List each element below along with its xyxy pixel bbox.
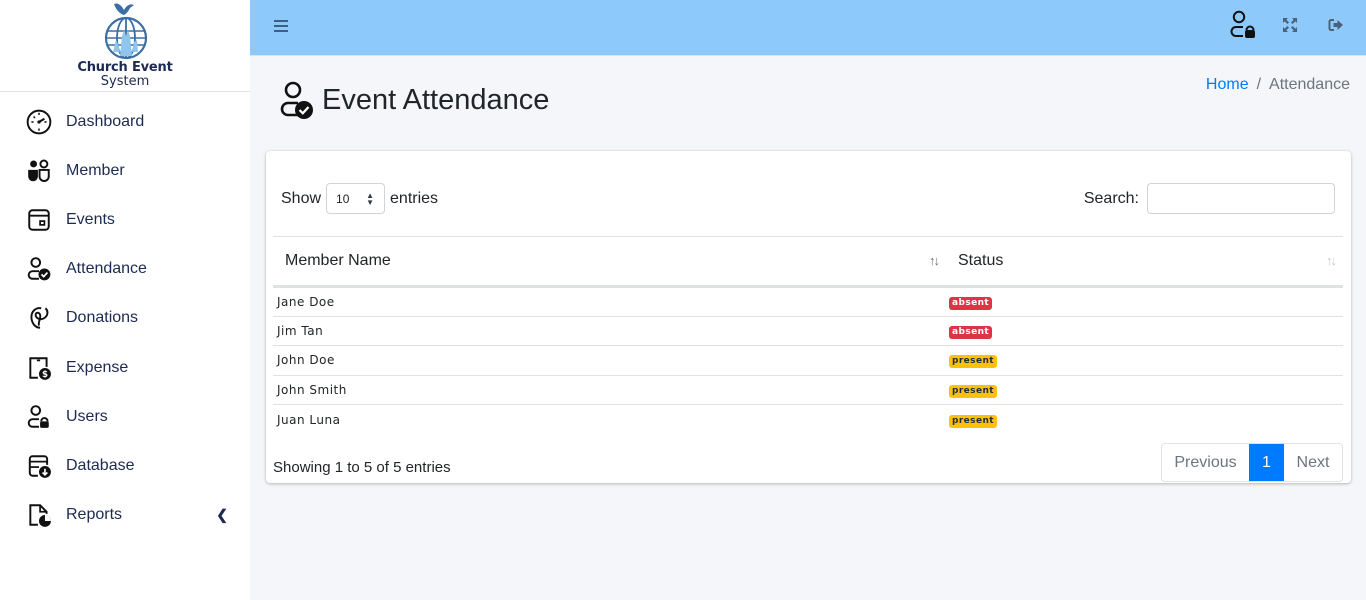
search-input[interactable] [1147,183,1335,214]
breadcrumb-current: Attendance [1269,76,1350,93]
sidebar-item-database[interactable]: Database [0,441,250,490]
sidebar-item-label: Attendance [66,260,147,278]
sort-icon: ↑↓ [929,253,940,268]
entries-label: entries [390,189,439,207]
sidebar-item-label: Expense [66,358,129,376]
top-navbar [250,0,1366,56]
database-down-icon [25,452,53,480]
status-cell: absent [946,287,1343,317]
table-row: Jane Doe absent [273,287,1343,317]
column-header-member-name[interactable]: Member Name ↑↓ [273,236,946,288]
status-badge: absent [949,325,993,339]
sidebar-item-dashboard[interactable]: Dashboard [0,97,250,146]
pagination: Previous 1 Next [1161,443,1343,482]
person-check-icon [25,255,53,283]
search-label: Search: [1083,189,1139,207]
sidebar-item-label: Database [66,456,135,474]
menu-icon-bar [274,30,288,32]
member-name-cell: John Smith [273,374,946,405]
hand-heart-icon [25,304,53,332]
person-lock-icon [25,403,53,431]
member-name-cell: John Doe [273,345,946,376]
member-name-cell: Jane Doe [277,294,335,309]
chevron-left-icon: ❮ [216,506,228,523]
breadcrumb-home-link[interactable]: Home [1206,76,1249,94]
page-title-wrap: Event Attendance [278,80,549,120]
sidebar-nav: Dashboard Member Events Attendance Donat… [0,92,250,540]
previous-page-button[interactable]: Previous [1162,444,1249,481]
people-icon [25,157,53,185]
breadcrumb-separator: / [1256,76,1262,93]
table-row: Jim Tan absent [273,315,1343,346]
brand-subtitle: System [100,74,150,89]
file-chart-icon [25,501,53,529]
table-header-row: Member Name ↑↓ Status ↑↓ [273,236,1343,288]
sidebar-item-expense[interactable]: $ Expense [0,343,250,392]
search-control: Search: [1084,183,1335,214]
attendance-card: Show 10 ▲ ▼ entries Search: Member Name ↑… [266,151,1351,483]
next-page-button[interactable]: Next [1284,444,1342,481]
sidebar-item-events[interactable]: Events [0,195,250,244]
sidebar-item-member[interactable]: Member [0,146,250,195]
column-header-label: Member Name [285,252,391,269]
church-logo-icon [104,3,148,60]
status-cell: present [946,345,1343,376]
receipt-dollar-icon: $ [25,354,53,382]
status-badge: present [949,385,997,399]
speedometer-icon [25,108,53,136]
fullscreen-button[interactable] [1282,17,1298,33]
show-label: Show [281,189,322,207]
breadcrumb: Home / Attendance [1206,76,1350,94]
status-cell: absent [946,315,1343,346]
sidebar-item-label: Events [66,210,115,228]
sidebar-item-label: Donations [66,309,139,327]
select-arrows-icon: ▲ ▼ [366,191,375,207]
sidebar-item-label: Reports [66,506,123,524]
sidebar-item-label: Member [66,161,125,179]
status-cell: present [946,374,1343,405]
status-badge: present [949,355,997,369]
table-row: John Smith present [273,374,1343,405]
page-length-value: 10 [336,191,350,206]
member-name-cell: Jim Tan [273,315,946,346]
table-row: John Doe present [273,345,1343,376]
status-badge: present [949,414,997,428]
content-header: Event Attendance Home / Attendance [250,56,1366,146]
status-cell: present [946,404,1343,435]
column-header-status[interactable]: Status ↑↓ [946,236,1343,288]
menu-toggle-button[interactable] [274,20,288,34]
sidebar-item-label: Dashboard [66,112,145,130]
sidebar-item-users[interactable]: Users [0,392,250,441]
sidebar-item-reports[interactable]: Reports ❮ [0,491,250,540]
table-info: Showing 1 to 5 of 5 entries [273,459,451,476]
column-header-label: Status [958,252,1004,269]
member-name-cell: Juan Luna [273,404,946,435]
calendar-event-icon [25,206,53,234]
expand-arrows-icon [1283,18,1297,32]
sort-icon: ↑↓ [1326,253,1337,268]
svg-text:$: $ [42,370,48,380]
logout-button[interactable] [1328,17,1344,33]
page-length-select[interactable]: 10 ▲ ▼ [326,183,386,214]
page-1-button[interactable]: 1 [1249,444,1284,481]
menu-icon-bar [274,20,288,22]
person-check-icon [280,81,313,119]
brand-title: Church Event [77,60,173,75]
user-lock-icon[interactable] [1228,10,1258,40]
sidebar: Church Event System Dashboard Member Eve… [0,0,250,600]
sign-out-icon [1328,19,1343,31]
sidebar-item-label: Users [66,407,108,425]
attendance-table: Member Name ↑↓ Status ↑↓ Jane Doe absent… [273,236,1343,435]
brand[interactable]: Church Event System [0,0,250,92]
sidebar-item-donations[interactable]: Donations [0,294,250,343]
navbar-actions [1228,10,1344,40]
page-title: Event Attendance [322,83,550,116]
status-badge: absent [949,296,993,310]
page-length-control: Show 10 ▲ ▼ entries [281,183,438,214]
menu-icon-bar [274,25,288,27]
table-controls: Show 10 ▲ ▼ entries Search: [281,183,1335,215]
table-row: Juan Luna present [273,404,1343,435]
sidebar-item-attendance[interactable]: Attendance [0,245,250,294]
